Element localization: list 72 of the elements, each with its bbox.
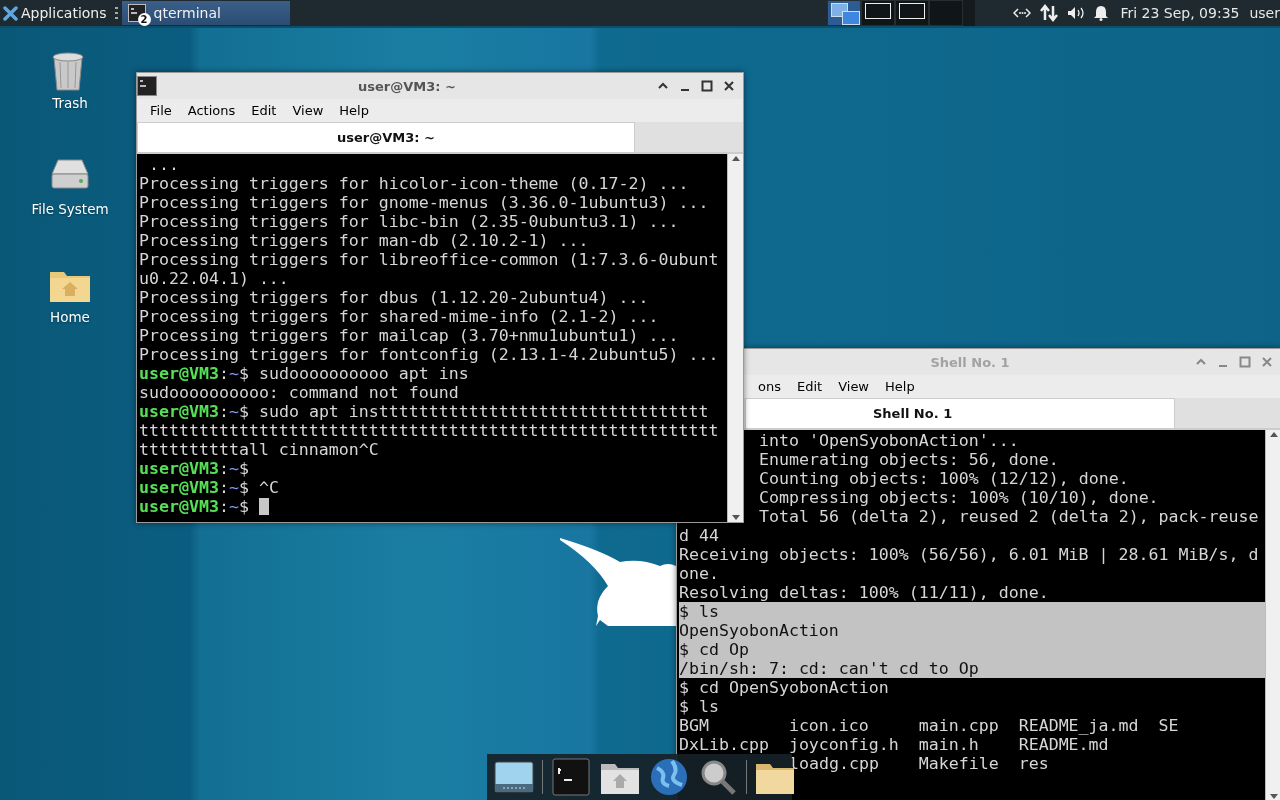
- window-title: Shell No. 1: [929, 354, 1011, 370]
- drag-handle-icon: [114, 7, 118, 19]
- terminal-line: DxLib.cpp joyconfig.h main.h README.md: [679, 735, 1109, 754]
- terminal-line: user@VM3:~$ ^C: [139, 478, 279, 497]
- applications-menu-button[interactable]: Applications: [0, 0, 111, 26]
- menu-item[interactable]: File: [142, 101, 180, 120]
- terminal-line: into 'OpenSyobonAction'...: [759, 431, 1019, 450]
- menu-item[interactable]: Help: [331, 101, 377, 120]
- terminal-line: $ cd OpenSyobonAction: [679, 678, 889, 697]
- terminal-line: d 44: [679, 526, 719, 545]
- tab[interactable]: user@VM3: ~: [137, 122, 635, 152]
- scroll-down-icon: [1268, 793, 1279, 800]
- menu-item[interactable]: View: [284, 101, 332, 120]
- clock[interactable]: Fri 23 Sep, 09:35: [1120, 5, 1240, 21]
- terminal-line: Processing triggers for dbus (1.12.20-2ubuntu4) ...: [139, 288, 649, 307]
- terminal-line: Counting objects: 100% (12/12), done.: [759, 469, 1129, 488]
- terminal-line: Total 56 (delta 2), reused 2 (delta 2), pack-reuse: [759, 507, 1259, 526]
- scrollbar[interactable]: [1265, 430, 1280, 800]
- icon-label[interactable]: Trash: [52, 95, 88, 111]
- user-menu[interactable]: user: [1249, 5, 1280, 21]
- maximize-icon[interactable]: [701, 80, 713, 92]
- close-icon[interactable]: [723, 80, 735, 92]
- volume-icon[interactable]: [1067, 6, 1086, 20]
- terminal-line: Processing triggers for fontconfig (2.13.1-4.2ubuntu5) ...: [139, 345, 719, 364]
- terminal-line: Processing triggers for mailcap (3.70+nmu1ubuntu1) ...: [139, 326, 679, 345]
- terminal-line: BGM icon.ico main.cpp README_ja.md SE: [679, 716, 1179, 735]
- terminal-line: Processing triggers for man-db (2.10.2-1) ...: [139, 231, 589, 250]
- menu-item[interactable]: ons: [750, 377, 789, 396]
- tab[interactable]: Shell No. 1: [745, 398, 1175, 428]
- terminal-icon[interactable]: [550, 756, 592, 798]
- menu-item[interactable]: Edit: [788, 377, 831, 396]
- terminal-line: Resolving deltas: 100% (11/11), done.: [679, 583, 1049, 602]
- terminal-line: Processing triggers for shared-mime-info (2.1-2) ...: [139, 307, 659, 326]
- terminal-line: user@VM3:~$ sudo apt insttttttttttttttttttttttttttttttttt: [139, 402, 709, 421]
- terminal-line: Processing triggers for libc-bin (2.35-0ubuntu3.1) ...: [139, 212, 679, 231]
- workspace-switcher[interactable]: [827, 0, 976, 26]
- terminal-line: u0.22.04.1) ...: [139, 269, 289, 288]
- terminal-line: Processing triggers for libreoffice-common (1:7.3.6-0ubunt: [139, 250, 719, 269]
- terminal-icon: [127, 4, 146, 22]
- window-title: user@VM3: ~: [357, 78, 457, 94]
- terminal-line: Compressing objects: 100% (10/10), done.: [759, 488, 1159, 507]
- terminal-line: tttttttttttttttttttttttttttttttttttttttttttttttttttttttttt: [139, 421, 719, 440]
- bell-icon[interactable]: [1094, 5, 1109, 21]
- workspace-button[interactable]: [861, 0, 896, 26]
- network-icon[interactable]: [1013, 6, 1032, 20]
- menu-item[interactable]: Edit: [243, 101, 285, 120]
- icon-label[interactable]: File System: [31, 201, 109, 217]
- terminal-line: user@VM3:~$: [139, 497, 249, 516]
- scroll-down-icon: [730, 514, 741, 522]
- menu-item[interactable]: Actions: [179, 101, 244, 120]
- terminal-line: one.: [679, 564, 719, 583]
- terminal-line: sudoooooooooo: command not found: [139, 383, 459, 402]
- terminal-line: loadg.cpp Makefile res: [789, 754, 1049, 773]
- globe-icon[interactable]: [648, 756, 690, 798]
- terminal-line: Processing triggers for hicolor-icon-theme (0.17-2) ...: [139, 174, 689, 193]
- terminal-line: user@VM3:~$: [139, 459, 249, 478]
- transfer-arrows-icon[interactable]: [1040, 4, 1059, 22]
- workspace-button[interactable]: [895, 0, 930, 26]
- workspace-button[interactable]: [827, 0, 862, 26]
- terminal-line: Processing triggers for gnome-menus (3.36.0-1ubuntu3) ...: [139, 193, 709, 212]
- menu-item[interactable]: Help: [877, 377, 923, 396]
- terminal-line: Enumerating objects: 56, done.: [759, 450, 1059, 469]
- menu-item[interactable]: View: [830, 377, 877, 396]
- icon-label[interactable]: Home: [50, 309, 90, 325]
- terminal-line: Receiving objects: 100% (56/56), 6.01 MiB | 28.61 MiB/s, d: [679, 545, 1259, 564]
- terminal-line: $ ls: [679, 697, 719, 716]
- terminal-line: ...: [148, 155, 179, 174]
- x-logo-icon: [3, 5, 18, 21]
- scrollbar[interactable]: [727, 154, 743, 522]
- terminal-line: user@VM3:~$ sudoooooooooo apt ins: [139, 364, 469, 383]
- taskbar-button[interactable]: 2 qterminal: [121, 1, 291, 25]
- terminal-line: ttttttttttall cinnamon^C: [139, 440, 379, 459]
